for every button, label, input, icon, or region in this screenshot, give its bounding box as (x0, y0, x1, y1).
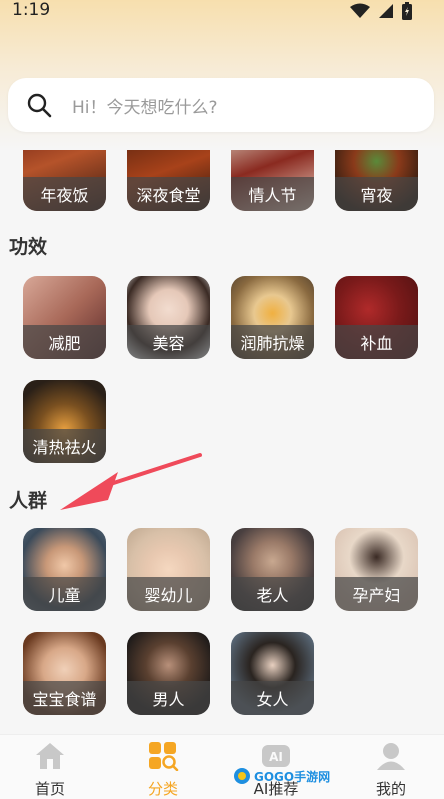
svg-text:AI: AI (269, 750, 283, 764)
tab-home[interactable]: 首页 (5, 735, 95, 799)
watermark-text: GOGO手游网 (254, 769, 331, 784)
battery-icon (402, 2, 412, 20)
system-icons (350, 2, 412, 20)
search-input[interactable]: Hi！今天想吃什么? (72, 93, 218, 118)
signal-icon (379, 4, 393, 18)
search-icon (27, 93, 52, 118)
tab-label: 首页 (34, 780, 65, 798)
home-icon (36, 743, 64, 769)
wifi-icon (350, 3, 370, 18)
tab-category[interactable]: 分类 (118, 735, 208, 799)
gogo-logo-icon (234, 768, 250, 784)
watermark-logo: GOGO手游网 (232, 767, 330, 785)
tab-label: 我的 (375, 780, 406, 798)
search-bar[interactable]: Hi！今天想吃什么? (8, 78, 434, 132)
category-icon (149, 742, 179, 771)
category-list[interactable]: 年夜饭 深夜食堂 情人节 宵夜 功效 减肥 美容 润肺抗燥 补血 清热祛火 人群… (0, 150, 444, 734)
tab-label: 分类 (147, 780, 178, 798)
annotation-arrow-icon (60, 453, 202, 510)
bottom-tab-bar: 首页 分类 AI AI推荐 我的 GOGO手游网 (0, 734, 444, 799)
status-time: 1:19 (12, 0, 51, 20)
tab-profile[interactable]: 我的 (346, 735, 436, 799)
profile-icon (377, 743, 405, 770)
